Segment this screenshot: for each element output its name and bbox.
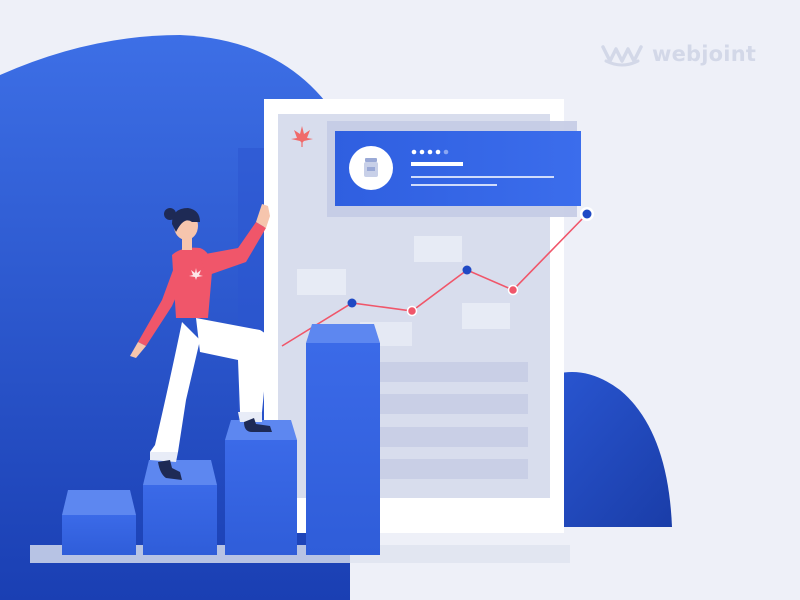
step-bar-4 bbox=[306, 324, 380, 555]
jar-icon bbox=[364, 158, 378, 177]
step-bar-1 bbox=[62, 490, 136, 555]
placeholder-block bbox=[414, 236, 462, 262]
line-point bbox=[462, 265, 472, 275]
card-text-line bbox=[411, 184, 497, 186]
line-point bbox=[406, 305, 418, 317]
list-row bbox=[380, 394, 528, 414]
card-text-line bbox=[411, 176, 554, 178]
list-row bbox=[380, 459, 528, 479]
step-bar-3 bbox=[225, 420, 297, 555]
placeholder-block bbox=[462, 303, 510, 329]
card-title-line bbox=[411, 162, 463, 166]
line-point bbox=[507, 284, 519, 296]
line-point bbox=[347, 298, 357, 308]
growth-illustration bbox=[0, 35, 672, 600]
illustration-scene: webjoint bbox=[0, 0, 800, 600]
list-row bbox=[380, 362, 528, 382]
list-row bbox=[380, 427, 528, 447]
product-card bbox=[335, 131, 581, 206]
placeholder-block bbox=[297, 269, 346, 295]
